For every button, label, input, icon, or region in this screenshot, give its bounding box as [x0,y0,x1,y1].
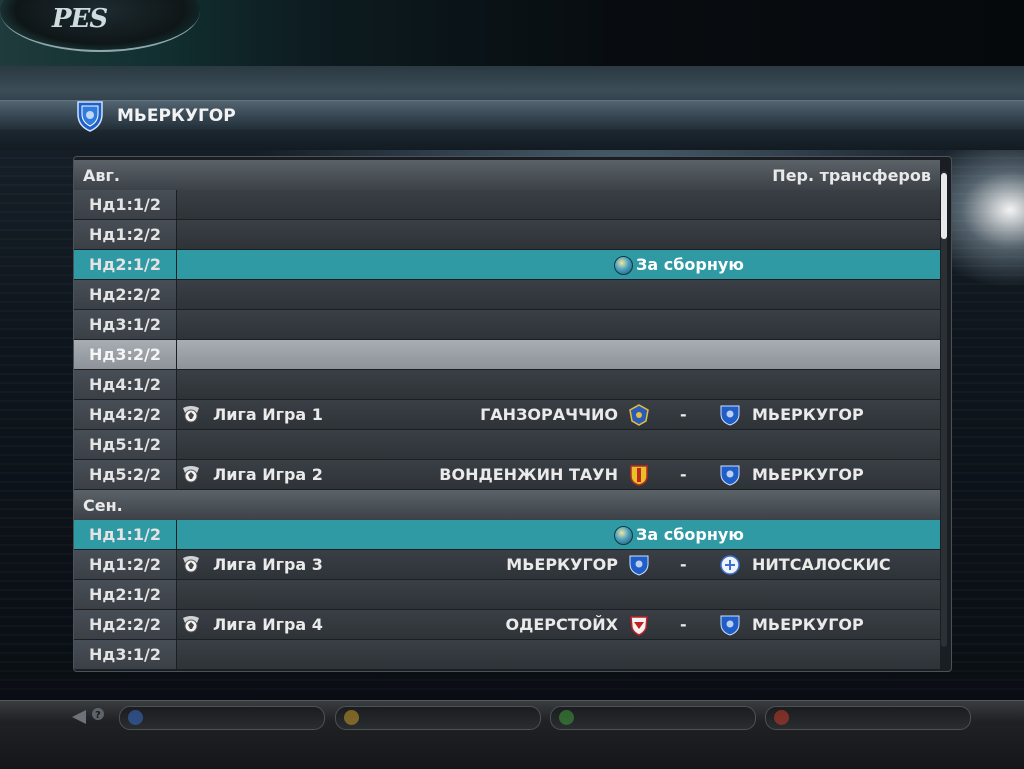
button-slot-1[interactable] [119,706,325,730]
week-cell: Нд5:1/2 [74,430,177,459]
month-header: Авг. Пер. трансферов [74,160,940,191]
month-header: Сен. [74,490,940,521]
button-slot-4[interactable] [765,706,971,730]
away-team-crest-icon [719,464,741,486]
match-separator: - [680,615,687,634]
home-team-name: МЬЕРКУГОР [506,555,618,574]
schedule-row[interactable]: Нд2:1/2 [74,580,940,610]
league-ball-icon [180,615,202,634]
scrollbar-thumb[interactable] [941,173,947,239]
league-ball-icon [180,555,202,574]
away-team-name: НИТСАЛОСКИС [752,555,891,574]
week-label: Нд3:1/2 [89,315,161,334]
scrollbar-track[interactable] [941,171,947,647]
week-label: Нд1:2/2 [89,225,161,244]
x-button-icon [128,710,143,725]
competition-label: Лига Игра 1 [213,405,323,424]
week-label: Нд1:1/2 [89,195,161,214]
schedule-row[interactable]: Нд2:2/2 [74,280,940,310]
week-cell: Нд2:2/2 [74,280,177,309]
b-button-icon [774,710,789,725]
week-label: Нд2:1/2 [89,585,161,604]
week-cell: Нд3:1/2 [74,640,177,669]
schedule-row[interactable]: Нд4:1/2 [74,370,940,400]
match-separator: - [680,405,687,424]
away-team-crest-icon [719,554,741,576]
competition-label: Лига Игра 2 [213,465,323,484]
home-team-crest-icon [628,464,650,486]
schedule-row[interactable]: Нд3:1/2 [74,310,940,340]
week-cell: Нд3:1/2 [74,310,177,339]
week-cell: Нд1:2/2 [74,550,177,579]
away-team-name: МЬЕРКУГОР [752,615,864,634]
match-separator: - [680,465,687,484]
schedule-row[interactable]: Нд1:2/2 Лига Игра 3 МЬЕРКУГОР - НИТСАЛОСКИС [74,550,940,580]
week-label: Нд2:2/2 [89,285,161,304]
button-slot-3[interactable] [550,706,756,730]
week-label: Нд5:1/2 [89,435,161,454]
week-cell: Нд3:2/2 [74,340,177,369]
week-cell: Нд1:1/2 [74,190,177,219]
schedule-row[interactable]: Нд1:1/2 За сборную [74,520,940,550]
schedule-row[interactable]: Нд3:1/2 [74,640,940,670]
week-label: Нд1:1/2 [89,525,161,544]
team-title: МЬЕРКУГОР [117,106,236,126]
home-team-name: ВОНДЕНЖИН ТАУН [439,465,618,484]
home-team-name: ГАНЗОРАЧЧИО [480,405,618,424]
away-team-crest-icon [719,404,741,426]
top-band: PES [0,0,1024,66]
match-separator: - [680,555,687,574]
away-team-name: МЬЕРКУГОР [752,405,864,424]
schedule-row[interactable]: Нд3:2/2 [74,340,940,370]
week-cell: Нд4:1/2 [74,370,177,399]
globe-icon [614,256,633,275]
schedule-row[interactable]: Нд2:1/2 За сборную [74,250,940,280]
national-duty-label: За сборную [636,255,744,274]
week-cell: Нд4:2/2 [74,400,177,429]
week-label: Нд5:2/2 [89,465,161,484]
home-team-name: ОДЕРСТОЙХ [505,615,619,634]
globe-icon [614,526,633,545]
week-cell: Нд1:2/2 [74,220,177,249]
a-button-icon [559,710,574,725]
home-team-crest-icon [628,614,650,636]
away-team-name: МЬЕРКУГОР [752,465,864,484]
schedule-panel: Авг. Пер. трансферов Нд1:1/2 Нд1:2/2 Нд2:1/2… [73,156,952,672]
home-team-crest-icon [628,404,650,426]
national-duty-label: За сборную [636,525,744,544]
week-label: Нд4:1/2 [89,375,161,394]
svg-text:?: ? [95,710,101,721]
week-label: Нд4:2/2 [89,405,161,424]
competition-label: Лига Игра 4 [213,615,323,634]
schedule-row[interactable]: Нд1:1/2 [74,190,940,220]
week-cell: Нд2:1/2 [74,580,177,609]
week-label: Нд3:2/2 [89,345,161,364]
competition-label: Лига Игра 3 [213,555,323,574]
week-cell: Нд2:2/2 [74,610,177,639]
week-cell: Нд5:2/2 [74,460,177,489]
y-button-icon [344,710,359,725]
help-icon[interactable]: ? [68,706,108,728]
week-label: Нд2:2/2 [89,615,161,634]
month-label: Сен. [83,496,123,515]
transfer-window-label: Пер. трансферов [772,166,931,185]
week-label: Нд3:1/2 [89,645,161,664]
league-ball-icon [180,465,202,484]
team-crest-icon [76,98,104,132]
league-ball-icon [180,405,202,424]
home-team-crest-icon [628,554,650,576]
pes-logo-text: PES [52,4,108,34]
week-label: Нд1:2/2 [89,555,161,574]
schedule-row[interactable]: Нд5:2/2 Лига Игра 2 ВОНДЕНЖИН ТАУН - МЬЕРКУГ… [74,460,940,490]
schedule-row[interactable]: Нд1:2/2 [74,220,940,250]
week-cell: Нд1:1/2 [74,520,177,549]
away-team-crest-icon [719,614,741,636]
button-slot-2[interactable] [335,706,541,730]
schedule-row[interactable]: Нд5:1/2 [74,430,940,460]
week-label: Нд2:1/2 [89,255,161,274]
month-label: Авг. [83,166,120,185]
schedule-row[interactable]: Нд4:2/2 Лига Игра 1 ГАНЗОРАЧЧИО - МЬЕРКУГОР [74,400,940,430]
week-cell: Нд2:1/2 [74,250,177,279]
schedule-row[interactable]: Нд2:2/2 Лига Игра 4 ОДЕРСТОЙХ - МЬЕРКУГОР [74,610,940,640]
